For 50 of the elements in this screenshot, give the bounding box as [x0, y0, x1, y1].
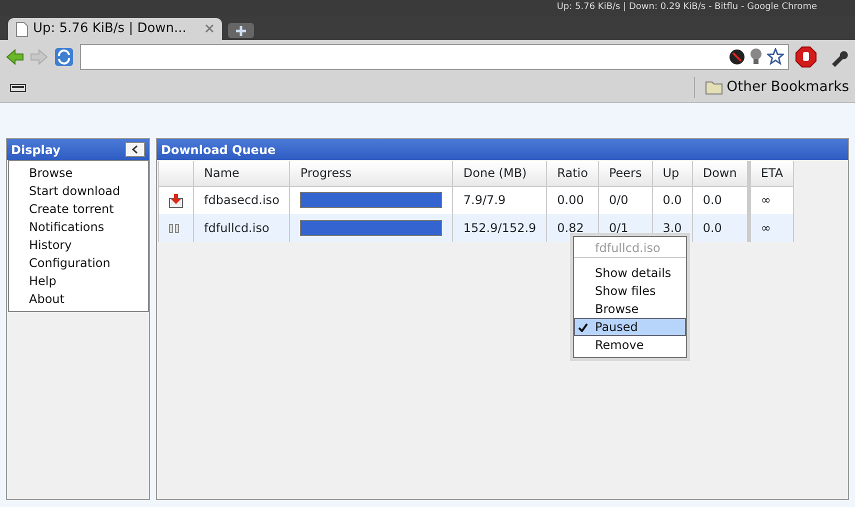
new-tab-button[interactable]	[228, 23, 254, 38]
stop-sign-icon[interactable]	[795, 46, 817, 68]
menu-item[interactable]: Configuration	[9, 254, 148, 272]
table-cell: ∞	[748, 214, 794, 242]
table-cell: 0.0	[692, 214, 749, 242]
menu-item[interactable]: Create torrent	[9, 200, 148, 218]
menu-item[interactable]: About	[9, 290, 148, 308]
column-header[interactable]: Peers	[598, 161, 652, 186]
plus-icon	[236, 26, 246, 36]
window-title: Up: 5.76 KiB/s | Down: 0.29 KiB/s - Bitflu - Google Chrome	[556, 1, 817, 14]
folder-icon	[704, 80, 723, 95]
menu-item[interactable]: Browse	[9, 164, 148, 182]
pause-icon	[169, 224, 179, 234]
column-header[interactable]: Down	[692, 161, 749, 186]
column-header[interactable]: Ratio	[546, 161, 598, 186]
menu-item[interactable]: Paused	[574, 318, 686, 336]
back-icon[interactable]	[6, 48, 24, 64]
menu-title: fdfullcd.iso	[574, 238, 686, 258]
page-icon	[16, 22, 28, 36]
column-header	[158, 161, 194, 186]
reload-icon[interactable]	[54, 46, 74, 66]
chevron-left-icon	[132, 145, 138, 154]
menu-item[interactable]: Start download	[9, 182, 148, 200]
other-bookmarks-button[interactable]: Other Bookmarks	[694, 77, 849, 98]
panel-title: Display	[11, 142, 60, 158]
browser-tab[interactable]: Up: 5.76 KiB/s | Down...	[8, 18, 222, 40]
close-icon[interactable]	[205, 24, 214, 34]
menu-item[interactable]: History	[9, 236, 148, 254]
column-header[interactable]: ETA	[748, 161, 794, 186]
menu-item[interactable]: Browse	[574, 300, 686, 318]
panel-title: Download Queue	[161, 142, 276, 158]
column-header[interactable]: Name	[194, 161, 290, 186]
star-icon[interactable]	[767, 48, 784, 65]
collapse-button[interactable]	[125, 142, 145, 157]
menu-item[interactable]: Notifications	[9, 218, 148, 236]
column-header[interactable]: Done (MB)	[452, 161, 547, 186]
menu-item[interactable]: Help	[9, 272, 148, 290]
table-cell: fdfullcd.iso	[194, 214, 290, 242]
blocked-icon[interactable]	[729, 48, 745, 64]
menu-item[interactable]: Show files	[574, 282, 686, 300]
download-icon	[169, 194, 183, 208]
menu-item[interactable]: Remove	[574, 336, 686, 354]
column-header[interactable]: Progress	[290, 161, 453, 186]
table-row[interactable]: fdfullcd.iso 152.9/152.9 0.82 0/1 3.0 0.0 ∞	[158, 214, 794, 242]
menu-item[interactable]: Show details	[574, 264, 686, 282]
address-field[interactable]	[80, 44, 789, 70]
lightbulb-icon[interactable]	[749, 48, 763, 65]
column-header[interactable]: Up	[652, 161, 692, 186]
checkmark-icon	[578, 322, 588, 332]
table-cell: 152.9/152.9	[452, 214, 547, 242]
